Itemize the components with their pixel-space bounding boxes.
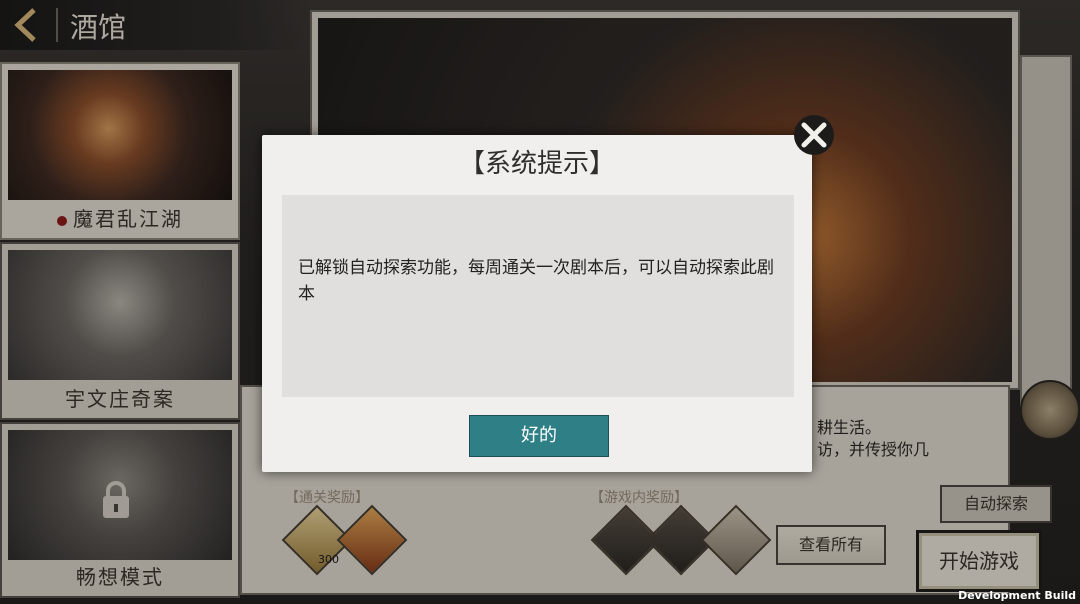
dialog-body: 已解锁自动探索功能，每周通关一次剧本后，可以自动探索此剧本: [282, 195, 794, 397]
dialog-message: 已解锁自动探索功能，每周通关一次剧本后，可以自动探索此剧本: [298, 258, 774, 304]
ok-button[interactable]: 好的: [469, 415, 609, 457]
tavern-scene: 酒馆 魔君乱江湖 宇文庄奇案 畅想模式 耕生活。 访，并传授你几 【通关奖励】 …: [0, 0, 1080, 604]
close-button[interactable]: [792, 113, 836, 157]
close-icon: [794, 115, 834, 155]
dialog-title: 【系统提示】: [458, 149, 615, 179]
development-build-label: Development Build: [958, 589, 1076, 602]
system-prompt-dialog: 【系统提示】 已解锁自动探索功能，每周通关一次剧本后，可以自动探索此剧本 好的: [262, 135, 812, 472]
